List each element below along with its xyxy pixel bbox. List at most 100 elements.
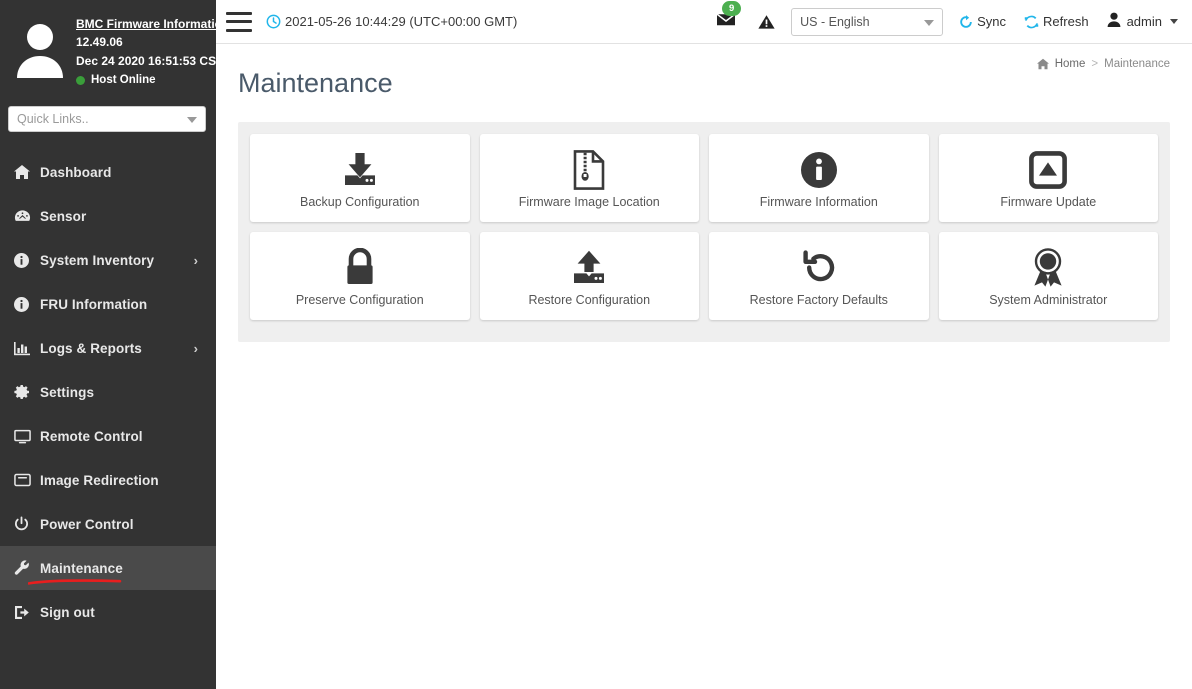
refresh-button[interactable]: Refresh xyxy=(1024,14,1089,29)
timestamp: 2021-05-26 10:44:29 (UTC+00:00 GMT) xyxy=(285,14,518,29)
sidebar: BMC Firmware Information 12.49.06 Dec 24… xyxy=(0,0,216,689)
tile-label: Backup Configuration xyxy=(299,195,420,209)
language-value: US - English xyxy=(800,14,870,29)
sidebar-item-dashboard[interactable]: Dashboard xyxy=(0,150,216,194)
firmware-build-date: Dec 24 2020 16:51:53 CST xyxy=(76,54,216,68)
undo-arrow-icon xyxy=(800,245,838,291)
tile-system-administrator[interactable]: System Administrator xyxy=(938,232,1158,320)
tile-label: Preserve Configuration xyxy=(295,293,424,307)
power-icon xyxy=(14,516,40,532)
tile-label: Firmware Information xyxy=(759,195,878,209)
refresh-icon xyxy=(1024,15,1039,29)
upload-square-icon xyxy=(1029,147,1068,193)
tile-firmware-update[interactable]: Firmware Update xyxy=(938,134,1158,222)
sidebar-item-maintenance[interactable]: Maintenance xyxy=(0,546,216,590)
sidebar-item-logs-and-reports[interactable]: Logs & Reports › xyxy=(0,326,216,370)
sidebar-nav: Dashboard Sensor System Inventory › FRU … xyxy=(0,150,216,634)
sidebar-item-label: Dashboard xyxy=(40,164,112,180)
warning-triangle-icon[interactable] xyxy=(758,14,775,30)
sidebar-item-settings[interactable]: Settings xyxy=(0,370,216,414)
page-header: Maintenance Home > Maintenance xyxy=(216,44,1192,122)
main-content: 2021-05-26 10:44:29 (UTC+00:00 GMT) 9 US… xyxy=(216,0,1192,689)
monitor-icon xyxy=(14,429,40,444)
user-name: admin xyxy=(1126,14,1162,29)
sync-label: Sync xyxy=(977,14,1007,29)
mail-badge-count: 9 xyxy=(722,0,742,16)
quick-links-select[interactable]: Quick Links.. xyxy=(8,106,206,132)
sync-button[interactable]: Sync xyxy=(959,14,1006,29)
tile-label: System Administrator xyxy=(989,293,1108,307)
tile-backup-configuration[interactable]: Backup Configuration xyxy=(250,134,470,222)
status-dot-icon xyxy=(76,75,85,85)
maintenance-panel: Backup Configuration Firmware Image Loca… xyxy=(238,122,1170,342)
sidebar-item-label: System Inventory xyxy=(40,252,155,268)
tile-label: Restore Configuration xyxy=(528,293,651,307)
clock-icon xyxy=(266,14,281,29)
sidebar-item-remote-control[interactable]: Remote Control xyxy=(0,414,216,458)
tile-label: Restore Factory Defaults xyxy=(749,293,888,307)
info-circle-icon xyxy=(14,296,40,312)
breadcrumb-home[interactable]: Home xyxy=(1055,58,1086,70)
chevron-down-icon xyxy=(187,117,197,123)
quick-links-placeholder: Quick Links.. xyxy=(17,112,89,126)
gear-icon xyxy=(14,384,40,400)
lock-icon xyxy=(343,245,377,291)
breadcrumb-separator: > xyxy=(1091,58,1099,70)
page-title: Maintenance xyxy=(238,68,393,98)
gauge-icon xyxy=(14,208,40,224)
award-ribbon-icon xyxy=(1030,245,1066,291)
tile-firmware-information[interactable]: Firmware Information xyxy=(709,134,929,222)
download-box-icon xyxy=(340,147,380,193)
sidebar-profile: BMC Firmware Information 12.49.06 Dec 24… xyxy=(0,0,216,92)
upload-box-icon xyxy=(569,245,609,291)
tile-restore-factory-defaults[interactable]: Restore Factory Defaults xyxy=(709,232,929,320)
maintenance-tile-grid: Backup Configuration Firmware Image Loca… xyxy=(250,134,1158,320)
sidebar-item-label: Remote Control xyxy=(40,428,143,444)
firmware-info-title[interactable]: BMC Firmware Information xyxy=(76,16,216,33)
sidebar-item-system-inventory[interactable]: System Inventory › xyxy=(0,238,216,282)
wrench-icon xyxy=(14,560,40,576)
breadcrumb: Home > Maintenance xyxy=(1036,58,1170,70)
breadcrumb-current: Maintenance xyxy=(1104,58,1170,70)
chevron-down-icon xyxy=(1170,19,1178,24)
mail-notifications[interactable]: 9 xyxy=(716,0,742,32)
tile-label: Firmware Image Location xyxy=(518,195,660,209)
chevron-down-icon xyxy=(924,19,935,26)
chevron-right-icon: › xyxy=(193,340,198,356)
chevron-right-icon: › xyxy=(193,252,198,268)
disk-icon xyxy=(14,473,40,487)
sync-icon xyxy=(959,14,973,29)
sidebar-item-fru-information[interactable]: FRU Information xyxy=(0,282,216,326)
sidebar-item-sensor[interactable]: Sensor xyxy=(0,194,216,238)
tile-firmware-image-location[interactable]: Firmware Image Location xyxy=(479,134,699,222)
sidebar-item-power-control[interactable]: Power Control xyxy=(0,502,216,546)
home-icon xyxy=(1036,58,1049,70)
host-status-label: Host Online xyxy=(91,74,156,86)
home-icon xyxy=(14,164,40,180)
sidebar-item-label: Settings xyxy=(40,384,95,400)
sidebar-item-label: Sign out xyxy=(40,604,95,620)
sidebar-item-image-redirection[interactable]: Image Redirection xyxy=(0,458,216,502)
tile-label: Firmware Update xyxy=(1000,195,1097,209)
tile-preserve-configuration[interactable]: Preserve Configuration xyxy=(250,232,470,320)
sidebar-item-label: Image Redirection xyxy=(40,472,159,488)
user-icon xyxy=(1107,12,1121,32)
sidebar-item-label: Logs & Reports xyxy=(40,340,142,356)
top-bar: 2021-05-26 10:44:29 (UTC+00:00 GMT) 9 US… xyxy=(216,0,1192,44)
tile-restore-configuration[interactable]: Restore Configuration xyxy=(479,232,699,320)
annotation-underline-maintenance xyxy=(28,579,122,585)
info-circle-icon xyxy=(14,252,40,268)
host-status: Host Online xyxy=(76,74,216,86)
file-archive-icon xyxy=(573,147,605,193)
language-select[interactable]: US - English xyxy=(791,7,944,36)
hamburger-menu-icon[interactable] xyxy=(226,11,252,32)
user-menu[interactable]: admin xyxy=(1107,12,1178,32)
bar-chart-icon xyxy=(14,341,40,356)
refresh-label: Refresh xyxy=(1043,14,1089,29)
sidebar-item-sign-out[interactable]: Sign out xyxy=(0,590,216,634)
avatar xyxy=(14,14,70,86)
sidebar-item-label: Sensor xyxy=(40,208,87,224)
sidebar-item-label: Maintenance xyxy=(40,560,123,576)
sidebar-item-label: FRU Information xyxy=(40,296,148,312)
sign-out-icon xyxy=(14,605,40,620)
